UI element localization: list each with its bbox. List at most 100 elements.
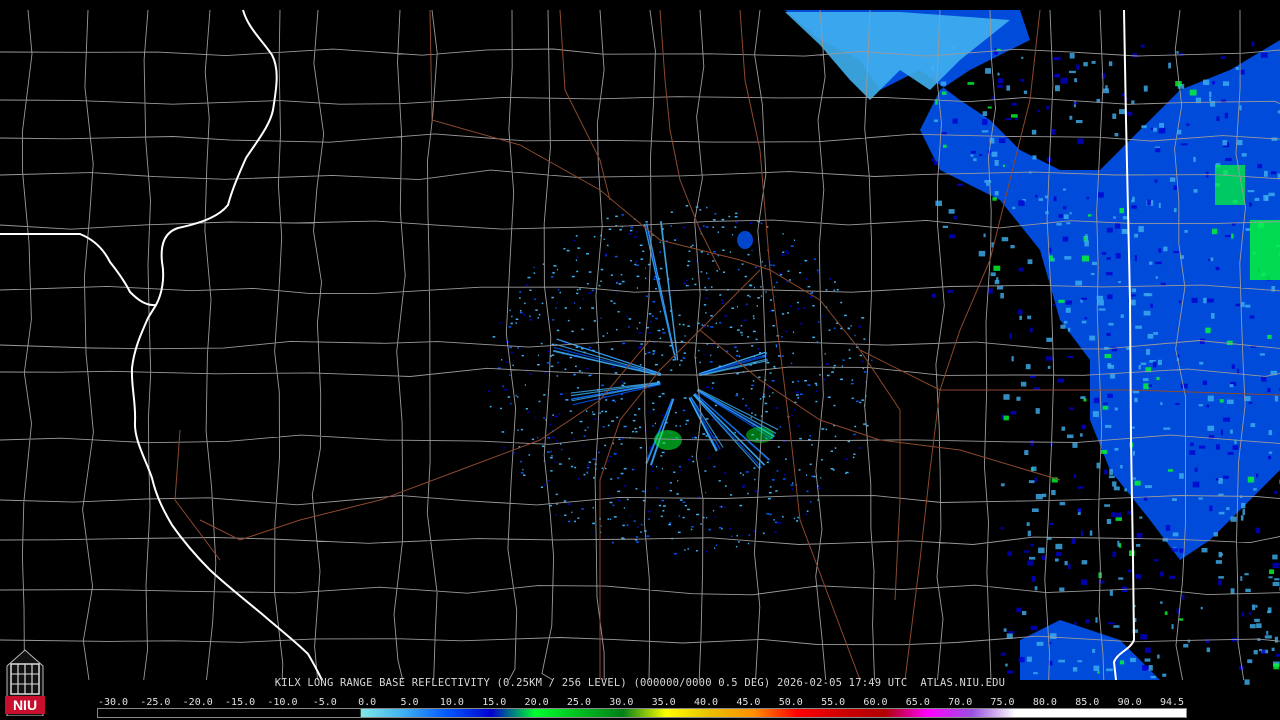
precip-pixel — [1231, 364, 1235, 369]
echo-pixel — [581, 508, 584, 510]
echo-pixel — [754, 478, 756, 481]
precip-pixel — [1222, 81, 1230, 86]
precip-pixel — [1042, 493, 1047, 497]
precip-pixel — [1122, 229, 1126, 232]
precip-pixel — [1198, 404, 1203, 407]
precip-pixel — [1108, 475, 1115, 479]
scale-label: -20.0 — [182, 697, 213, 708]
precip-pixel — [1169, 575, 1176, 579]
echo-pixel — [817, 321, 820, 323]
echo-pixel — [640, 258, 644, 260]
echo-pixel — [775, 281, 778, 284]
echo-pixel — [558, 413, 561, 415]
precip-pixel — [1259, 353, 1265, 356]
precip-pixel — [1078, 486, 1084, 489]
precip-pixel — [1032, 155, 1037, 160]
precip-pixel — [978, 250, 986, 257]
echo-pixel — [747, 542, 750, 545]
echo-pixel — [706, 517, 708, 519]
echo-pixel — [859, 401, 862, 404]
echo-pixel — [766, 226, 769, 228]
precip-pixel — [970, 154, 974, 157]
echo-pixel — [742, 474, 744, 476]
precip-pixel — [1081, 424, 1087, 430]
precip-pixel — [1203, 79, 1210, 85]
precip-pixel — [1107, 294, 1113, 300]
precip-pixel — [982, 119, 988, 125]
echo-pixel — [682, 226, 686, 229]
echo-pixel — [598, 284, 601, 287]
echo-pixel — [757, 348, 760, 350]
echo-pixel — [547, 451, 550, 453]
echo-pixel — [520, 472, 524, 474]
precip-pixel — [1051, 128, 1056, 135]
echo-pixel — [583, 445, 585, 447]
echo-pixel — [749, 222, 753, 224]
scale-label: 60.0 — [863, 697, 888, 708]
precip-pixel — [1271, 647, 1275, 651]
echo-cell — [737, 231, 753, 249]
echo-pixel — [592, 507, 594, 509]
echo-pixel — [706, 386, 709, 388]
echo-pixel — [852, 456, 855, 459]
precip-pixel — [1218, 511, 1225, 515]
precip-pixel — [952, 118, 958, 124]
echo-pixel — [537, 364, 540, 366]
echo-pixel — [591, 307, 594, 309]
precip-pixel — [1159, 123, 1164, 129]
precip-pixel — [1158, 202, 1161, 208]
echo-pixel — [825, 289, 828, 291]
precip-pixel — [1272, 581, 1280, 587]
precip-pixel — [1012, 206, 1016, 210]
echo-pixel — [704, 470, 707, 472]
echo-pixel — [569, 356, 572, 359]
precip-pixel — [1149, 261, 1153, 265]
echo-pixel — [710, 326, 714, 328]
precip-pixel — [1075, 120, 1083, 124]
echo-pixel — [654, 422, 656, 425]
echo-pixel — [550, 450, 552, 453]
precip-pixel — [1118, 281, 1121, 284]
echo-pixel — [602, 426, 605, 428]
echo-pixel — [821, 315, 824, 318]
precip-pixel — [1083, 62, 1088, 67]
echo-pixel — [588, 271, 592, 273]
precip-pixel — [1158, 127, 1166, 134]
echo-pixel — [552, 272, 555, 274]
echo-pixel — [620, 273, 623, 276]
echo-pixel — [848, 349, 851, 351]
echo-pixel — [759, 398, 762, 400]
echo-pixel — [551, 296, 554, 299]
echo-pixel — [632, 430, 635, 433]
precip-pixel — [1259, 649, 1262, 652]
precip-pixel — [1169, 177, 1176, 182]
precip-pixel — [1208, 258, 1211, 262]
echo-pixel — [721, 226, 725, 228]
echo-pixel — [547, 350, 550, 353]
echo-pixel — [766, 513, 770, 515]
echo-pixel — [576, 256, 579, 258]
echo-pixel — [764, 402, 768, 405]
echo-pixel — [586, 472, 589, 474]
echo-pixel — [679, 364, 681, 366]
echo-pixel — [592, 522, 595, 525]
precip-pixel — [1212, 228, 1218, 235]
precip-pixel — [1021, 56, 1024, 59]
echo-pixel — [761, 261, 763, 263]
precip-pixel — [1060, 324, 1066, 329]
echo-pixel — [661, 499, 664, 502]
precip-pixel — [1019, 315, 1022, 320]
echo-pixel — [768, 497, 771, 500]
echo-pixel — [751, 249, 753, 252]
echo-pixel — [575, 365, 577, 368]
precip-pixel — [1030, 543, 1034, 547]
precip-pixel — [1120, 314, 1124, 318]
precip-pixel — [1231, 233, 1234, 239]
echo-pixel — [861, 399, 864, 401]
precip-pixel — [1241, 502, 1246, 509]
echo-pixel — [638, 332, 641, 334]
echo-pixel — [806, 278, 809, 280]
echo-pixel — [576, 292, 579, 295]
echo-pixel — [659, 337, 662, 339]
echo-pixel — [859, 354, 862, 357]
